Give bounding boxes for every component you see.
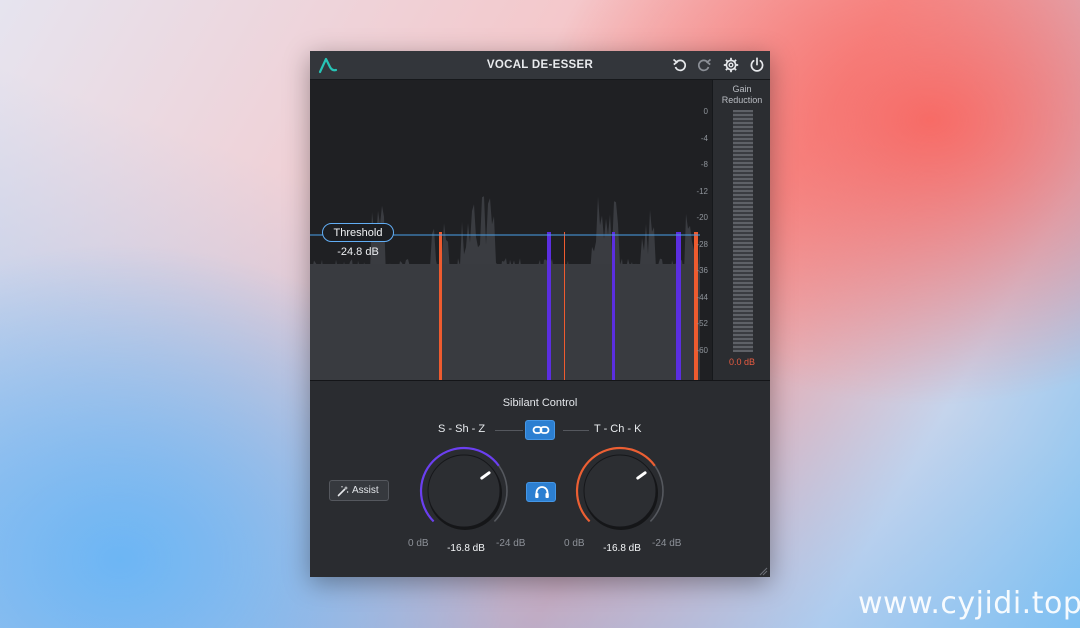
redo-icon[interactable] — [696, 57, 712, 73]
db-scale-label: -20 — [696, 213, 708, 222]
meter-title-line2: Reduction — [721, 95, 763, 105]
right-knob-min: 0 dB — [564, 538, 585, 549]
sss-knob[interactable] — [414, 441, 514, 541]
sibilant-marker — [547, 232, 551, 380]
section-title: Sibilant Control — [502, 397, 578, 409]
listen-button[interactable] — [526, 482, 556, 502]
meter-bar — [733, 110, 753, 352]
link-line-right — [563, 430, 589, 431]
magic-wand-icon — [337, 485, 349, 497]
left-knob-value: -16.8 dB — [447, 543, 485, 554]
db-scale-label: -4 — [700, 133, 708, 143]
meter-value: 0.0 dB — [728, 357, 756, 367]
vocal-de-esser-plugin-window: VOCAL DE-ESSER Threshold -24.8 dB 0 -4 -… — [310, 51, 770, 577]
knob-body — [583, 454, 657, 528]
sibilant-marker — [564, 232, 565, 380]
threshold-handle[interactable]: Threshold — [322, 223, 394, 242]
power-icon[interactable] — [749, 57, 765, 73]
gain-reduction-meter: Gain Reduction 0.0 dB — [712, 80, 770, 380]
sibilant-marker — [694, 232, 698, 380]
gear-icon[interactable] — [723, 57, 739, 73]
title-bar: VOCAL DE-ESSER — [310, 51, 770, 80]
left-knob-max: -24 dB — [496, 538, 526, 549]
sibilant-marker — [676, 232, 681, 380]
sibilant-marker — [439, 232, 442, 380]
meter-title: Gain Reduction — [713, 84, 770, 106]
link-icon — [532, 426, 550, 434]
headphones-icon — [535, 486, 549, 498]
resize-grip-icon[interactable] — [758, 566, 768, 576]
right-band-label: T - Ch - K — [594, 423, 642, 435]
assist-label: Assist — [352, 485, 379, 496]
spectrum-display: Threshold -24.8 dB 0 -4 -8 -12 -20 -28 -36 -44 -… — [310, 80, 770, 380]
threshold-value: -24.8 dB — [337, 246, 379, 258]
left-knob-min: 0 dB — [408, 538, 429, 549]
db-scale-label: -52 — [696, 319, 708, 328]
db-scale-label: -36 — [696, 266, 708, 275]
right-knob-value: -16.8 dB — [603, 543, 641, 554]
left-band-label: S - Sh - Z — [438, 423, 486, 435]
waveform-body — [310, 264, 700, 380]
db-scale-label: -44 — [696, 292, 708, 302]
db-scale-label: -12 — [696, 186, 708, 196]
link-button[interactable] — [525, 420, 555, 440]
undo-icon[interactable] — [672, 57, 688, 73]
tck-knob[interactable] — [570, 441, 670, 541]
meter-title-line1: Gain — [732, 84, 752, 94]
right-knob-max: -24 dB — [652, 538, 682, 549]
watermark-text: www.cyjidi.top — [858, 586, 1080, 621]
db-scale-label: -60 — [696, 345, 708, 355]
assist-button[interactable]: Assist — [329, 480, 389, 501]
db-scale-label: -28 — [696, 239, 708, 249]
sibilant-marker — [612, 232, 615, 380]
knob-body — [427, 454, 501, 528]
db-scale-label: -8 — [700, 160, 708, 169]
sibilant-control-panel: Sibilant Control S - Sh - Z T - Ch - K A… — [310, 380, 770, 577]
link-line-left — [495, 430, 523, 431]
db-scale-label: 0 — [703, 107, 708, 116]
